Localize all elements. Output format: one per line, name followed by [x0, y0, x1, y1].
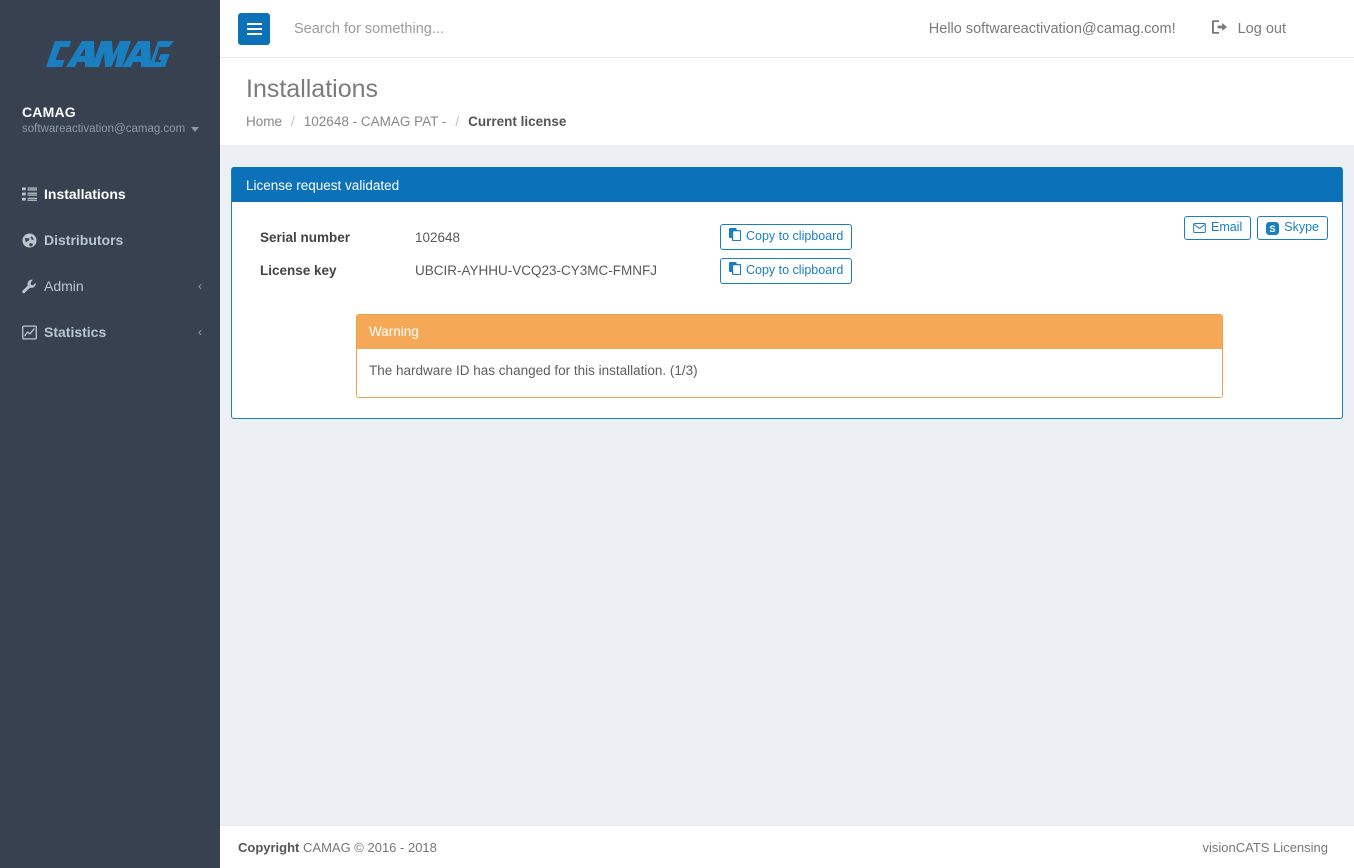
breadcrumb: Home / 102648 - CAMAG PAT - / Current li…	[246, 114, 1328, 129]
sidebar-item-label: Admin	[44, 278, 198, 294]
greeting-text: Hello softwareactivation@camag.com!	[929, 21, 1176, 37]
footer: Copyright CAMAG © 2016 - 2018 visionCATS…	[220, 825, 1354, 868]
app-root: CAMAG softwareactivation@camag.com Insta…	[0, 0, 1354, 868]
copy-serial-number-button[interactable]: Copy to clipboard	[720, 224, 852, 250]
footer-copyright: Copyright CAMAG © 2016 - 2018	[238, 840, 437, 855]
content-header: Installations Home / 102648 - CAMAG PAT …	[220, 58, 1354, 145]
svg-text:S: S	[1270, 223, 1276, 233]
search-input[interactable]	[292, 20, 712, 38]
sidebar-item-distributors[interactable]: Distributors	[0, 217, 220, 263]
license-key-value: UBCIR-AYHHU-VCQ23-CY3MC-FMNFJ	[415, 263, 720, 278]
sidebar-user-email-row[interactable]: softwareactivation@camag.com	[22, 123, 220, 135]
clipboard-copy-icon	[729, 228, 741, 246]
hamburger-bar	[247, 23, 262, 25]
copy-license-key-button[interactable]: Copy to clipboard	[720, 258, 852, 284]
content-body: License request validated Email	[220, 145, 1354, 826]
footer-product-name: visionCATS Licensing	[1203, 840, 1328, 855]
logout-label: Log out	[1238, 21, 1286, 37]
sidebar-item-installations[interactable]: Installations	[0, 171, 220, 217]
license-panel-body: Email S Skype	[232, 202, 1342, 418]
page-title: Installations	[246, 76, 1328, 104]
warning-alert: Warning The hardware ID has changed for …	[356, 314, 1223, 399]
sidebar-item-admin[interactable]: Admin ‹	[0, 263, 220, 309]
serial-number-value: 102648	[415, 230, 720, 245]
wrench-icon	[22, 279, 44, 294]
sidebar-item-label: Installations	[44, 186, 202, 202]
envelope-icon	[1193, 223, 1206, 233]
breadcrumb-current: Current license	[468, 114, 566, 129]
clipboard-copy-icon	[729, 262, 741, 280]
topbar-right: Hello softwareactivation@camag.com! Log …	[929, 20, 1336, 38]
hamburger-icon[interactable]	[238, 13, 270, 45]
skype-button-label: Skype	[1284, 220, 1319, 236]
camag-logo[interactable]	[0, 0, 220, 100]
email-button-label: Email	[1211, 220, 1242, 236]
sidebar-user-panel[interactable]: CAMAG softwareactivation@camag.com	[0, 100, 220, 135]
chevron-left-icon: ‹	[198, 280, 202, 292]
warning-alert-title: Warning	[357, 315, 1222, 350]
topbar: Hello softwareactivation@camag.com! Log …	[220, 0, 1354, 58]
logout-icon	[1212, 20, 1228, 38]
chevron-down-icon	[191, 127, 199, 132]
sidebar-item-label: Distributors	[44, 232, 202, 248]
skype-button[interactable]: S Skype	[1257, 216, 1328, 240]
breadcrumb-home[interactable]: Home	[246, 114, 282, 129]
warning-alert-message: The hardware ID has changed for this ins…	[357, 349, 1222, 397]
globe-icon	[22, 233, 44, 248]
warning-alert-wrapper: Warning The hardware ID has changed for …	[246, 284, 1328, 399]
sidebar-menu: Installations Distributors	[0, 171, 220, 355]
license-info-grid: Serial number 102648 Copy to clipboard	[246, 216, 1328, 283]
footer-copyright-bold: Copyright	[238, 840, 299, 855]
license-panel-heading: License request validated	[232, 170, 1342, 203]
breadcrumb-separator: /	[455, 114, 459, 129]
license-key-label: License key	[260, 263, 415, 278]
email-button[interactable]: Email	[1184, 216, 1251, 240]
copy-license-key-label: Copy to clipboard	[746, 263, 843, 279]
sidebar-item-statistics[interactable]: Statistics ‹	[0, 309, 220, 355]
serial-number-label: Serial number	[260, 230, 415, 245]
sidebar-user-email: softwareactivation@camag.com	[22, 123, 185, 135]
hamburger-bar	[247, 33, 262, 35]
chart-line-icon	[22, 325, 44, 340]
footer-copyright-text: CAMAG © 2016 - 2018	[303, 840, 437, 855]
sidebar-user-name: CAMAG	[22, 104, 220, 120]
breadcrumb-separator: /	[291, 114, 295, 129]
license-panel: License request validated Email	[231, 167, 1343, 420]
skype-icon: S	[1266, 222, 1279, 235]
contact-buttons: Email S Skype	[1184, 216, 1328, 240]
hamburger-bar	[247, 28, 262, 30]
copy-serial-number-label: Copy to clipboard	[746, 229, 843, 245]
chevron-left-icon: ‹	[198, 326, 202, 338]
sidebar: CAMAG softwareactivation@camag.com Insta…	[0, 0, 220, 868]
list-icon	[22, 187, 44, 201]
breadcrumb-parent[interactable]: 102648 - CAMAG PAT -	[304, 114, 447, 129]
main-area: Hello softwareactivation@camag.com! Log …	[220, 0, 1354, 868]
sidebar-item-label: Statistics	[44, 324, 198, 340]
logout-button[interactable]: Log out	[1212, 20, 1286, 38]
